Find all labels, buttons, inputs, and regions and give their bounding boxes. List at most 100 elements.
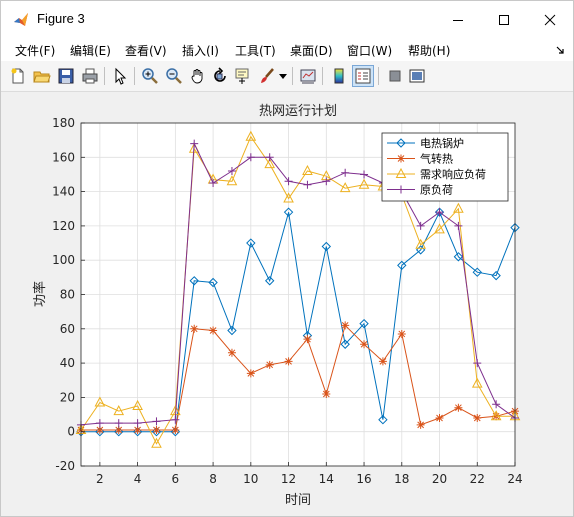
data-point[interactable]: [378, 357, 387, 366]
brush-button[interactable]: [256, 65, 278, 87]
pan-button[interactable]: [187, 65, 209, 87]
new-figure-button[interactable]: [7, 65, 29, 87]
legend-label: 气转热: [420, 152, 453, 166]
print-icon: [82, 68, 98, 84]
legend-marker[interactable]: [397, 154, 405, 163]
menu-help[interactable]: 帮助(H): [408, 42, 450, 59]
x-tick-label: 6: [172, 472, 180, 486]
toolbar-separator: [104, 67, 105, 85]
legend-label: 原负荷: [420, 183, 453, 197]
brush-icon: [261, 68, 274, 83]
y-tick-label: 20: [60, 390, 75, 404]
data-point[interactable]: [152, 425, 161, 434]
data-point[interactable]: [227, 348, 236, 357]
toolbar-separator: [134, 67, 135, 85]
data-point[interactable]: [341, 321, 350, 330]
colorbar-icon: [334, 68, 344, 84]
menu-file[interactable]: 文件(F): [15, 42, 55, 59]
legend[interactable]: 电热锅炉气转热需求响应负荷原负荷: [381, 132, 509, 202]
x-tick-label: 2: [96, 472, 104, 486]
y-tick-label: 80: [60, 288, 75, 302]
data-point[interactable]: [435, 413, 444, 422]
figure-canvas: 2 4 6 8 10 12 14 16 18 20 22 24 -20 0 20 40 60 80 100 120 14…: [8, 92, 567, 510]
save-button[interactable]: [55, 65, 77, 87]
matlab-logo-icon: [14, 13, 28, 26]
print-button[interactable]: [79, 65, 101, 87]
data-point[interactable]: [284, 357, 293, 366]
data-cursor-button[interactable]: [232, 65, 254, 87]
maximize-button[interactable]: [481, 1, 527, 39]
x-tick-label: 4: [134, 472, 142, 486]
data-point[interactable]: [322, 389, 331, 398]
legend-button[interactable]: [352, 65, 374, 87]
chart-title: 热网运行计划: [259, 104, 337, 119]
y-tick-label: 60: [60, 322, 75, 336]
y-tick-label: -20: [55, 459, 75, 473]
rotate-3d-button[interactable]: [209, 65, 231, 87]
toolbar-separator: [292, 67, 293, 85]
data-point[interactable]: [397, 329, 406, 338]
toolbar-separator: [322, 67, 323, 85]
legend-label: 电热锅炉: [420, 137, 464, 150]
menu-desktop[interactable]: 桌面(D): [290, 42, 333, 59]
hide-plot-tools-button[interactable]: [384, 65, 406, 87]
x-tick-label: 20: [432, 472, 447, 486]
zoom-out-button[interactable]: [163, 65, 185, 87]
x-tick-label: 10: [243, 472, 258, 486]
open-file-button[interactable]: [31, 65, 53, 87]
data-point[interactable]: [95, 425, 104, 434]
menu-window[interactable]: 窗口(W): [347, 42, 392, 59]
toolbar: [1, 61, 573, 92]
y-tick-label: 180: [52, 116, 75, 130]
data-point[interactable]: [303, 335, 312, 344]
chart[interactable]: 2 4 6 8 10 12 14 16 18 20 22 24-2002040608010012014…: [8, 92, 567, 510]
data-point[interactable]: [209, 326, 218, 335]
zoom-in-button[interactable]: [139, 65, 161, 87]
data-point[interactable]: [473, 413, 482, 422]
data-point[interactable]: [454, 403, 463, 412]
brush-dropdown-icon[interactable]: [279, 74, 287, 80]
close-button[interactable]: [527, 1, 573, 39]
y-tick-label: 120: [52, 219, 75, 233]
data-point[interactable]: [360, 340, 369, 349]
open-file-icon: [33, 71, 51, 83]
data-point[interactable]: [416, 420, 425, 429]
x-tick-label: 24: [507, 472, 522, 486]
data-point[interactable]: [190, 324, 199, 333]
zoom-out-icon: [166, 68, 182, 84]
edit-plot-icon: [115, 67, 127, 85]
data-point[interactable]: [114, 425, 123, 434]
menu-edit[interactable]: 编辑(E): [70, 42, 111, 59]
dock-arrow-icon[interactable]: [555, 45, 565, 55]
legend-icon: [355, 68, 371, 84]
data-cursor-icon: [235, 68, 249, 84]
menu-bar: 文件(F) 编辑(E) 查看(V) 插入(I) 工具(T) 桌面(D) 窗口(W…: [1, 39, 573, 61]
show-plot-tools-icon: [409, 69, 425, 83]
data-point[interactable]: [246, 369, 255, 378]
x-tick-label: 18: [394, 472, 409, 486]
menu-tools[interactable]: 工具(T): [235, 42, 276, 59]
figure-window: Figure 3 文件(F) 编辑(E) 查看(V) 插入(I) 工具(T) 桌…: [0, 0, 574, 517]
title-bar[interactable]: Figure 3: [1, 1, 573, 39]
colorbar-button[interactable]: [328, 65, 350, 87]
edit-plot-button[interactable]: [109, 65, 131, 87]
legend-label: 需求响应负荷: [420, 167, 486, 181]
x-tick-label: 8: [209, 472, 217, 486]
data-point[interactable]: [133, 425, 142, 434]
data-point[interactable]: [265, 360, 274, 369]
show-plot-tools-button[interactable]: [406, 65, 428, 87]
link-plot-icon: [300, 69, 316, 84]
link-plot-button[interactable]: [297, 65, 319, 87]
y-tick-label: 140: [52, 185, 75, 199]
data-point[interactable]: [171, 425, 180, 434]
minimize-button[interactable]: [435, 1, 481, 39]
y-tick-label: 0: [67, 425, 75, 439]
maximize-icon: [499, 15, 509, 25]
y-tick-label: 100: [52, 253, 75, 267]
new-figure-icon: [11, 68, 24, 84]
menu-view[interactable]: 查看(V): [125, 42, 167, 59]
rotate-3d-icon: [214, 67, 226, 82]
x-tick-label: 16: [356, 472, 371, 486]
menu-insert[interactable]: 插入(I): [182, 42, 219, 59]
pan-icon: [191, 69, 203, 84]
